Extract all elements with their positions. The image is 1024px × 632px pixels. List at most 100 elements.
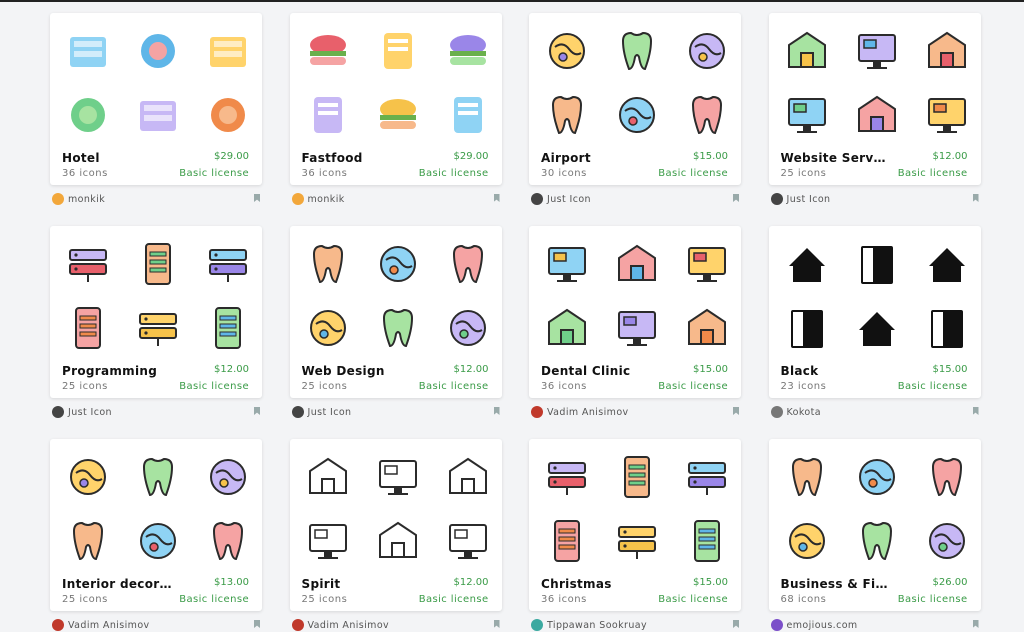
icon-pack-card[interactable]: Website Serv… 25 icons $12.00 Basic license (768, 13, 981, 185)
pack-title: Interior decor… (62, 577, 172, 591)
icon-pack-card[interactable]: Dental Clinic 36 icons $15.00 Basic license (529, 226, 741, 398)
color-palette-icon (212, 521, 244, 561)
author-link[interactable]: Vadim Anisimov (291, 618, 390, 632)
icon-preview-grid (777, 236, 973, 352)
pack-price: $15.00 (932, 364, 968, 375)
monitor-code-icon (139, 313, 177, 346)
icon-pack-card[interactable]: Web Design 25 icons $12.00 Basic license (289, 226, 502, 398)
bookmark-icon[interactable] (493, 620, 500, 628)
author-link[interactable]: Vadim Anisimov (531, 405, 629, 419)
pack-license: Basic license (179, 168, 249, 179)
bookmark-icon[interactable] (254, 620, 260, 628)
commandments-icon (308, 457, 347, 494)
icon-pack-card[interactable]: Christmas 36 icons $15.00 Basic license (529, 439, 741, 611)
bookmark-icon[interactable] (972, 620, 979, 628)
pack-price: $15.00 (693, 151, 728, 162)
icon-pack-card[interactable]: Black 23 icons $15.00 Basic license (768, 226, 981, 398)
icon-preview-grid (537, 236, 733, 352)
toiletries-icon (70, 37, 106, 67)
author-avatar (770, 619, 783, 631)
network-icon (857, 34, 896, 69)
author-link[interactable]: monkik (52, 192, 105, 206)
pack-title: Black (780, 364, 819, 378)
recycle-bin-icon (72, 521, 104, 561)
pack-price: $12.00 (214, 364, 249, 375)
bookmark-icon[interactable] (733, 620, 739, 628)
browser-bug-icon (145, 243, 171, 285)
icon-pack-item: Christmas 36 icons $15.00 Basic license Tipp… (529, 439, 741, 631)
icon-pack-card[interactable]: Business & Fi… 68 icons $26.00 Basic licens… (768, 439, 981, 611)
author-link[interactable]: Just Icon (770, 192, 831, 206)
bookmark-icon[interactable] (254, 407, 260, 415)
boarding-pass-icon (691, 95, 723, 135)
pack-icon-count: 68 icons (780, 594, 827, 605)
icon-pack-item: Black 23 icons $15.00 Basic license Kokota (768, 226, 981, 418)
tablet-server-icon (787, 31, 826, 68)
bookmark-icon[interactable] (733, 194, 739, 202)
author-name: monkik (307, 193, 345, 205)
pack-icon-count: 23 icons (780, 381, 827, 392)
bookmark-icon[interactable] (493, 194, 500, 202)
author-link[interactable]: emojious.com (770, 618, 858, 632)
desk-lamp-icon (70, 459, 106, 495)
pack-title: Christmas (541, 577, 612, 591)
pack-title: Fastfood (301, 151, 363, 165)
icon-pack-item: Fastfood 36 icons $29.00 Basic license monki… (289, 13, 502, 205)
author-link[interactable]: Tippawan Sookruay (531, 618, 647, 632)
bookmark-icon[interactable] (972, 407, 979, 415)
dental-chair-icon (688, 308, 726, 345)
icon-pack-item: Dental Clinic 36 icons $15.00 Basic license… (529, 226, 741, 418)
icon-pack-card[interactable]: Interior decor… 25 icons $13.00 Basic licen… (50, 439, 262, 611)
emoji-puzzle-icon (788, 523, 825, 559)
icon-pack-item: Interior decor… 25 icons $13.00 Basic licen… (50, 439, 262, 631)
hotel-building-icon (141, 34, 175, 68)
icon-preview-grid (298, 23, 494, 139)
pack-icon-count: 36 icons (541, 381, 587, 392)
icon-pack-card[interactable]: Airport 30 icons $15.00 Basic license (529, 13, 741, 185)
pack-price: $13.00 (214, 577, 249, 588)
server-monitor-icon (927, 98, 966, 133)
shop-icon (788, 248, 825, 282)
bookmark-icon[interactable] (254, 194, 260, 202)
author-avatar (291, 619, 304, 631)
icon-pack-card[interactable]: Programming 25 icons $12.00 Basic license (50, 226, 262, 398)
author-link[interactable]: monkik (291, 192, 345, 206)
author-link[interactable]: Just Icon (291, 405, 352, 419)
icon-pack-card[interactable]: Hotel 36 icons $29.00 Basic license (50, 13, 262, 185)
tooth-pain-icon (618, 244, 656, 281)
house-tag-icon (860, 246, 893, 284)
bookmark-icon[interactable] (972, 194, 979, 202)
gift-bag-icon (688, 462, 726, 495)
pack-icon-count: 25 icons (62, 381, 108, 392)
bathtub-icon (71, 98, 105, 132)
icon-preview-grid (58, 449, 254, 565)
pack-price: $12.00 (453, 577, 489, 588)
fire-icon (790, 310, 823, 348)
author-avatar (291, 193, 304, 205)
church-icon (448, 457, 487, 494)
icon-pack-item: Website Serv… 25 icons $12.00 Basic license… (768, 13, 981, 205)
icon-pack-card[interactable]: Spirit 25 icons $12.00 Basic license (289, 439, 502, 611)
author-link[interactable]: Kokota (770, 405, 822, 419)
author-link[interactable]: Just Icon (52, 405, 112, 419)
team-hierarchy-icon (931, 457, 962, 497)
icon-preview-grid (298, 236, 494, 352)
bathrobe-icon (210, 37, 246, 67)
icon-pack-card[interactable]: Fastfood 36 icons $29.00 Basic license (289, 13, 502, 185)
bookmark-icon[interactable] (733, 407, 739, 415)
cupcake-icon (379, 99, 416, 129)
author-name: Kokota (786, 406, 821, 418)
author-link[interactable]: Just Icon (531, 192, 591, 206)
icon-preview-grid (537, 449, 733, 565)
author-link[interactable]: Vadim Anisimov (52, 618, 150, 632)
idea-pen-icon (379, 246, 416, 282)
code-bug-icon (69, 249, 107, 282)
keyboard-icon (140, 523, 176, 559)
pack-license: Basic license (658, 594, 728, 605)
bookmark-icon[interactable] (493, 407, 500, 415)
window-grid-icon (142, 457, 174, 497)
pack-icon-count: 25 icons (62, 594, 108, 605)
server-transfer-icon (787, 98, 826, 133)
author-name: Just Icon (786, 193, 831, 205)
pack-icon-count: 36 icons (62, 168, 108, 179)
